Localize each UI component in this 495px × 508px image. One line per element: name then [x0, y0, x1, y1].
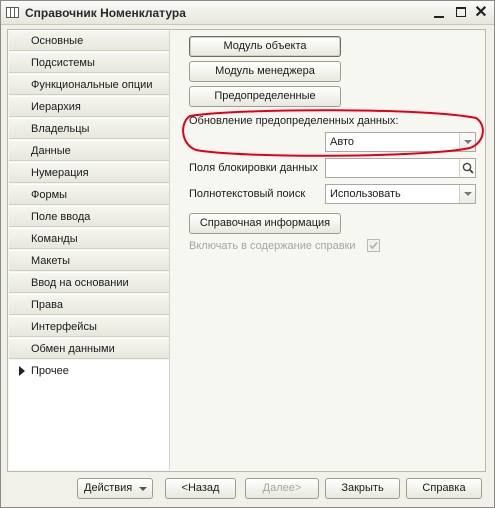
- sidebar-item[interactable]: Владельцы: [9, 118, 169, 139]
- sidebar-item-label: Владельцы: [31, 123, 90, 135]
- fulltext-label: Полнотекстовый поиск: [189, 188, 306, 200]
- chevron-down-icon: [139, 487, 147, 491]
- search-icon: [462, 162, 474, 174]
- chevron-down-icon: [464, 192, 472, 196]
- actions-label: Действия: [84, 482, 133, 494]
- catalog-icon: [6, 7, 19, 18]
- lock-fields-label: Поля блокировки данных: [189, 162, 318, 174]
- fulltext-value: Использовать: [330, 188, 401, 200]
- sidebar-item-label: Иерархия: [31, 101, 81, 113]
- help-button[interactable]: Справка: [406, 478, 482, 499]
- sidebar-item[interactable]: Нумерация: [9, 162, 169, 183]
- sidebar-item-label: Формы: [31, 189, 68, 201]
- minimize-icon: [434, 16, 444, 18]
- dropdown-button[interactable]: [459, 133, 475, 151]
- sidebar-item[interactable]: Подсистемы: [9, 52, 169, 73]
- sidebar-item-label: Обмен данными: [31, 343, 115, 355]
- sidebar-item-label: Макеты: [31, 255, 71, 267]
- minimize-button[interactable]: [430, 4, 448, 21]
- sidebar-item-label: Подсистемы: [31, 57, 95, 69]
- sidebar-item-label: Ввод на основании: [31, 277, 129, 289]
- predefined-update-label: Обновление предопределенных данных:: [189, 115, 399, 127]
- maximize-icon: [456, 7, 466, 17]
- sidebar-item[interactable]: Функциональные опции: [9, 74, 169, 95]
- include-help-label: Включать в содержание справки: [189, 240, 356, 252]
- sidebar-item-label: Поле ввода: [31, 211, 91, 223]
- lock-fields-search-button[interactable]: [459, 159, 475, 177]
- sidebar-item-label: Права: [31, 299, 63, 311]
- sidebar-empty-area: [9, 381, 169, 470]
- help-info-button[interactable]: Справочная информация: [189, 213, 341, 234]
- sidebar-item[interactable]: Обмен данными: [9, 338, 169, 359]
- triangle-right-icon: [19, 366, 25, 376]
- fulltext-select[interactable]: Использовать: [325, 184, 476, 204]
- sidebar-item[interactable]: Ввод на основании: [9, 272, 169, 293]
- sidebar-item[interactable]: Права: [9, 294, 169, 315]
- dropdown-button[interactable]: [459, 185, 475, 203]
- back-button[interactable]: <Назад: [165, 478, 236, 499]
- title-bar[interactable]: Справочник Номенклатура ✕: [1, 1, 494, 25]
- chevron-down-icon: [464, 140, 472, 144]
- predefined-button[interactable]: Предопределенные: [189, 86, 341, 107]
- sidebar-item[interactable]: Интерфейсы: [9, 316, 169, 337]
- lock-fields-input[interactable]: [325, 158, 476, 178]
- sidebar-item-label: Команды: [31, 233, 78, 245]
- predefined-update-select[interactable]: Авто: [325, 132, 476, 152]
- next-button[interactable]: Далее>: [245, 478, 319, 499]
- predefined-update-value: Авто: [330, 136, 354, 148]
- sidebar-item[interactable]: Иерархия: [9, 96, 169, 117]
- sidebar-item[interactable]: Поле ввода: [9, 206, 169, 227]
- close-button[interactable]: Закрыть: [325, 478, 400, 499]
- close-window-button[interactable]: ✕: [472, 4, 490, 21]
- sidebar-item[interactable]: Данные: [9, 140, 169, 161]
- window-title: Справочник Номенклатура: [25, 6, 186, 20]
- content-area: Модуль объекта Модуль менеджера Предопре…: [169, 30, 485, 470]
- maximize-button[interactable]: [452, 4, 470, 21]
- sidebar-item[interactable]: Основные: [9, 30, 169, 51]
- actions-button[interactable]: Действия: [77, 478, 153, 499]
- sidebar-item-label: Нумерация: [31, 167, 89, 179]
- checkmark-icon: [369, 241, 378, 250]
- sidebar-item[interactable]: Формы: [9, 184, 169, 205]
- sidebar-item[interactable]: Макеты: [9, 250, 169, 271]
- sidebar-item-label: Основные: [31, 35, 84, 47]
- sidebar-item-label: Интерфейсы: [31, 321, 97, 333]
- sidebar-item-label: Прочее: [31, 365, 69, 377]
- sidebar-item[interactable]: Прочее: [9, 360, 169, 381]
- sidebar-item[interactable]: Команды: [9, 228, 169, 249]
- sidebar-item-label: Данные: [31, 145, 71, 157]
- include-help-checkbox[interactable]: [367, 239, 380, 252]
- manager-module-button[interactable]: Модуль менеджера: [189, 61, 341, 82]
- sidebar-item-label: Функциональные опции: [31, 79, 153, 91]
- object-module-button[interactable]: Модуль объекта: [189, 36, 341, 57]
